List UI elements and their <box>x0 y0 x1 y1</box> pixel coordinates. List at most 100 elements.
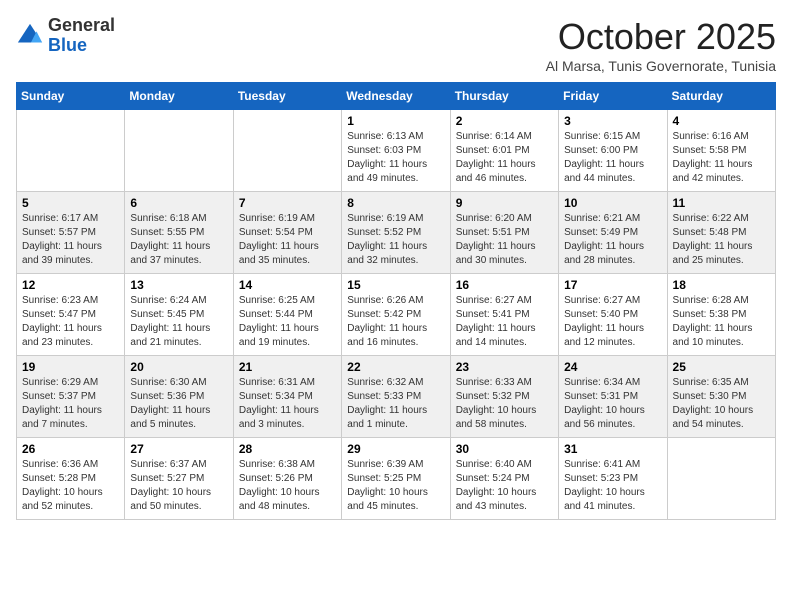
calendar-cell: 25 Sunrise: 6:35 AM Sunset: 5:30 PM Dayli… <box>667 356 775 438</box>
day-number: 25 <box>673 360 770 374</box>
logo-icon <box>16 22 44 50</box>
calendar-cell: 26 Sunrise: 6:36 AM Sunset: 5:28 PM Dayli… <box>17 438 125 520</box>
calendar-cell: 18 Sunrise: 6:28 AM Sunset: 5:38 PM Dayli… <box>667 274 775 356</box>
weekday-header: Sunday <box>17 83 125 110</box>
day-number: 7 <box>239 196 336 210</box>
day-number: 11 <box>673 196 770 210</box>
calendar-table: SundayMondayTuesdayWednesdayThursdayFrid… <box>16 82 776 520</box>
day-info: Sunrise: 6:18 AM Sunset: 5:55 PM Dayligh… <box>130 212 227 268</box>
calendar-cell: 11 Sunrise: 6:22 AM Sunset: 5:48 PM Dayli… <box>667 192 775 274</box>
day-number: 10 <box>564 196 661 210</box>
calendar-cell: 27Sunrise: 6:37 AM Sunset: 5:27 PM Dayli… <box>125 438 233 520</box>
day-number: 28 <box>239 442 336 456</box>
calendar-week-row: 19Sunrise: 6:29 AM Sunset: 5:37 PM Dayli… <box>17 356 776 438</box>
day-number: 1 <box>347 114 444 128</box>
day-info: Sunrise: 6:27 AM Sunset: 5:40 PM Dayligh… <box>564 294 661 350</box>
calendar-cell: 21 Sunrise: 6:31 AM Sunset: 5:34 PM Dayli… <box>233 356 341 438</box>
day-info: Sunrise: 6:30 AM Sunset: 5:36 PM Dayligh… <box>130 376 227 432</box>
day-number: 14 <box>239 278 336 292</box>
day-info: Sunrise: 6:39 AM Sunset: 5:25 PM Dayligh… <box>347 458 444 514</box>
calendar-cell: 24Sunrise: 6:34 AM Sunset: 5:31 PM Dayli… <box>559 356 667 438</box>
calendar-cell: 30 Sunrise: 6:40 AM Sunset: 5:24 PM Dayli… <box>450 438 558 520</box>
day-info: Sunrise: 6:15 AM Sunset: 6:00 PM Dayligh… <box>564 130 661 186</box>
logo-blue: Blue <box>48 35 87 55</box>
day-info: Sunrise: 6:33 AM Sunset: 5:32 PM Dayligh… <box>456 376 553 432</box>
calendar-cell: 9 Sunrise: 6:20 AM Sunset: 5:51 PM Daylig… <box>450 192 558 274</box>
calendar-week-row: 1 Sunrise: 6:13 AM Sunset: 6:03 PM Daylig… <box>17 110 776 192</box>
weekday-header: Thursday <box>450 83 558 110</box>
day-info: Sunrise: 6:23 AM Sunset: 5:47 PM Dayligh… <box>22 294 119 350</box>
logo-general: General <box>48 15 115 35</box>
day-info: Sunrise: 6:36 AM Sunset: 5:28 PM Dayligh… <box>22 458 119 514</box>
day-info: Sunrise: 6:29 AM Sunset: 5:37 PM Dayligh… <box>22 376 119 432</box>
day-number: 18 <box>673 278 770 292</box>
day-info: Sunrise: 6:31 AM Sunset: 5:34 PM Dayligh… <box>239 376 336 432</box>
day-number: 12 <box>22 278 119 292</box>
page-header: General Blue October 2025 Al Marsa, Tuni… <box>16 16 776 74</box>
day-number: 26 <box>22 442 119 456</box>
day-number: 9 <box>456 196 553 210</box>
calendar-cell: 16Sunrise: 6:27 AM Sunset: 5:41 PM Dayli… <box>450 274 558 356</box>
day-info: Sunrise: 6:16 AM Sunset: 5:58 PM Dayligh… <box>673 130 770 186</box>
day-number: 13 <box>130 278 227 292</box>
day-number: 29 <box>347 442 444 456</box>
day-info: Sunrise: 6:13 AM Sunset: 6:03 PM Dayligh… <box>347 130 444 186</box>
day-number: 2 <box>456 114 553 128</box>
day-number: 21 <box>239 360 336 374</box>
day-number: 17 <box>564 278 661 292</box>
day-info: Sunrise: 6:26 AM Sunset: 5:42 PM Dayligh… <box>347 294 444 350</box>
calendar-cell: 23 Sunrise: 6:33 AM Sunset: 5:32 PM Dayli… <box>450 356 558 438</box>
day-number: 22 <box>347 360 444 374</box>
day-info: Sunrise: 6:20 AM Sunset: 5:51 PM Dayligh… <box>456 212 553 268</box>
calendar-week-row: 12 Sunrise: 6:23 AM Sunset: 5:47 PM Dayli… <box>17 274 776 356</box>
day-number: 23 <box>456 360 553 374</box>
calendar-cell: 5 Sunrise: 6:17 AM Sunset: 5:57 PM Daylig… <box>17 192 125 274</box>
day-info: Sunrise: 6:34 AM Sunset: 5:31 PM Dayligh… <box>564 376 661 432</box>
calendar-cell: 6Sunrise: 6:18 AM Sunset: 5:55 PM Daylig… <box>125 192 233 274</box>
day-info: Sunrise: 6:38 AM Sunset: 5:26 PM Dayligh… <box>239 458 336 514</box>
calendar-cell: 3 Sunrise: 6:15 AM Sunset: 6:00 PM Daylig… <box>559 110 667 192</box>
location: Al Marsa, Tunis Governorate, Tunisia <box>546 58 776 74</box>
day-number: 8 <box>347 196 444 210</box>
calendar-cell: 20Sunrise: 6:30 AM Sunset: 5:36 PM Dayli… <box>125 356 233 438</box>
calendar-cell: 28 Sunrise: 6:38 AM Sunset: 5:26 PM Dayli… <box>233 438 341 520</box>
logo-text: General Blue <box>48 16 115 56</box>
calendar-cell: 15Sunrise: 6:26 AM Sunset: 5:42 PM Dayli… <box>342 274 450 356</box>
day-info: Sunrise: 6:32 AM Sunset: 5:33 PM Dayligh… <box>347 376 444 432</box>
calendar-cell: 13Sunrise: 6:24 AM Sunset: 5:45 PM Dayli… <box>125 274 233 356</box>
calendar-cell: 2 Sunrise: 6:14 AM Sunset: 6:01 PM Daylig… <box>450 110 558 192</box>
calendar-cell: 22 Sunrise: 6:32 AM Sunset: 5:33 PM Dayli… <box>342 356 450 438</box>
day-info: Sunrise: 6:41 AM Sunset: 5:23 PM Dayligh… <box>564 458 661 514</box>
day-number: 31 <box>564 442 661 456</box>
month-title: October 2025 <box>546 16 776 58</box>
day-info: Sunrise: 6:14 AM Sunset: 6:01 PM Dayligh… <box>456 130 553 186</box>
calendar-week-row: 5 Sunrise: 6:17 AM Sunset: 5:57 PM Daylig… <box>17 192 776 274</box>
day-info: Sunrise: 6:22 AM Sunset: 5:48 PM Dayligh… <box>673 212 770 268</box>
weekday-header: Tuesday <box>233 83 341 110</box>
day-info: Sunrise: 6:21 AM Sunset: 5:49 PM Dayligh… <box>564 212 661 268</box>
day-number: 27 <box>130 442 227 456</box>
calendar-cell <box>17 110 125 192</box>
day-info: Sunrise: 6:17 AM Sunset: 5:57 PM Dayligh… <box>22 212 119 268</box>
day-info: Sunrise: 6:27 AM Sunset: 5:41 PM Dayligh… <box>456 294 553 350</box>
day-number: 4 <box>673 114 770 128</box>
calendar-cell: 29 Sunrise: 6:39 AM Sunset: 5:25 PM Dayli… <box>342 438 450 520</box>
calendar-cell: 8Sunrise: 6:19 AM Sunset: 5:52 PM Daylig… <box>342 192 450 274</box>
calendar-cell: 17 Sunrise: 6:27 AM Sunset: 5:40 PM Dayli… <box>559 274 667 356</box>
day-info: Sunrise: 6:28 AM Sunset: 5:38 PM Dayligh… <box>673 294 770 350</box>
day-info: Sunrise: 6:19 AM Sunset: 5:54 PM Dayligh… <box>239 212 336 268</box>
calendar-cell: 7 Sunrise: 6:19 AM Sunset: 5:54 PM Daylig… <box>233 192 341 274</box>
calendar-week-row: 26 Sunrise: 6:36 AM Sunset: 5:28 PM Dayli… <box>17 438 776 520</box>
title-block: October 2025 Al Marsa, Tunis Governorate… <box>546 16 776 74</box>
day-number: 30 <box>456 442 553 456</box>
weekday-header: Monday <box>125 83 233 110</box>
calendar-cell: 14Sunrise: 6:25 AM Sunset: 5:44 PM Dayli… <box>233 274 341 356</box>
calendar-cell <box>233 110 341 192</box>
weekday-header-row: SundayMondayTuesdayWednesdayThursdayFrid… <box>17 83 776 110</box>
day-info: Sunrise: 6:40 AM Sunset: 5:24 PM Dayligh… <box>456 458 553 514</box>
day-number: 3 <box>564 114 661 128</box>
day-number: 5 <box>22 196 119 210</box>
calendar-cell <box>667 438 775 520</box>
calendar-cell: 12 Sunrise: 6:23 AM Sunset: 5:47 PM Dayli… <box>17 274 125 356</box>
day-info: Sunrise: 6:35 AM Sunset: 5:30 PM Dayligh… <box>673 376 770 432</box>
